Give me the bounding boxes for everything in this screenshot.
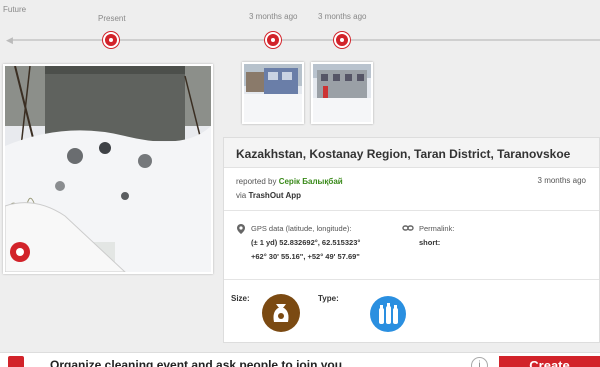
permalink-label: Permalink: <box>419 224 455 233</box>
via-line: via TrashOut App <box>236 191 301 200</box>
report-time-ago: 3 months ago <box>537 176 586 185</box>
timeline-marker-1-label: 3 months ago <box>249 12 298 21</box>
timeline-track <box>10 39 600 41</box>
timeline-marker-1-pin[interactable] <box>265 32 281 48</box>
reported-by-line: reported by Серік Балықбай <box>236 177 343 186</box>
organize-event-text: Organize cleaning event and ask people t… <box>50 358 343 367</box>
thumbnail-2-image <box>313 64 371 122</box>
trash-photo-image <box>5 66 211 272</box>
divider <box>224 279 599 280</box>
short-link-label: short: <box>419 238 441 247</box>
gps-pin-icon <box>237 224 245 234</box>
gps-decimal-coordinates: (± 1 yd) 52.832692°, 62.515323° <box>251 238 361 247</box>
via-app-name: TrashOut App <box>248 191 302 200</box>
report-details-card: Kazakhstan, Kostanay Region, Taran Distr… <box>223 137 600 343</box>
report-location-title: Kazakhstan, Kostanay Region, Taran Distr… <box>224 138 599 168</box>
reporter-name-link[interactable]: Серік Балықбай <box>279 177 343 186</box>
present-label: Present <box>98 14 126 23</box>
trash-bag-icon <box>262 294 300 332</box>
via-prefix: via <box>236 191 247 200</box>
timeline-marker-2-pin[interactable] <box>334 32 350 48</box>
organize-event-bar: Organize cleaning event and ask people t… <box>0 352 600 367</box>
gps-data-label: GPS data (latitude, longitude): <box>251 224 352 233</box>
type-label: Type: <box>318 294 339 303</box>
thumbnail-1-image <box>244 64 302 122</box>
divider <box>224 210 599 211</box>
info-icon[interactable]: i <box>471 357 488 367</box>
photo-thumbnail-2[interactable] <box>311 62 373 124</box>
plastic-bottles-icon <box>370 296 406 332</box>
timeline-present-pin[interactable] <box>103 32 119 48</box>
size-label: Size: <box>231 294 250 303</box>
photo-thumbnail-1[interactable] <box>242 62 304 124</box>
create-event-button[interactable]: Create <box>499 356 600 367</box>
calendar-icon <box>8 356 24 367</box>
gps-dms-coordinates: +62° 30' 55.16", +52° 49' 57.69" <box>251 252 360 261</box>
reported-by-prefix: reported by <box>236 177 277 186</box>
timeline-left-arrow-icon[interactable]: ◀ <box>6 35 13 45</box>
future-label: Future <box>3 5 27 14</box>
timeline-marker-2-label: 3 months ago <box>318 12 367 21</box>
link-icon <box>402 225 414 231</box>
main-trash-photo[interactable] <box>3 64 213 274</box>
